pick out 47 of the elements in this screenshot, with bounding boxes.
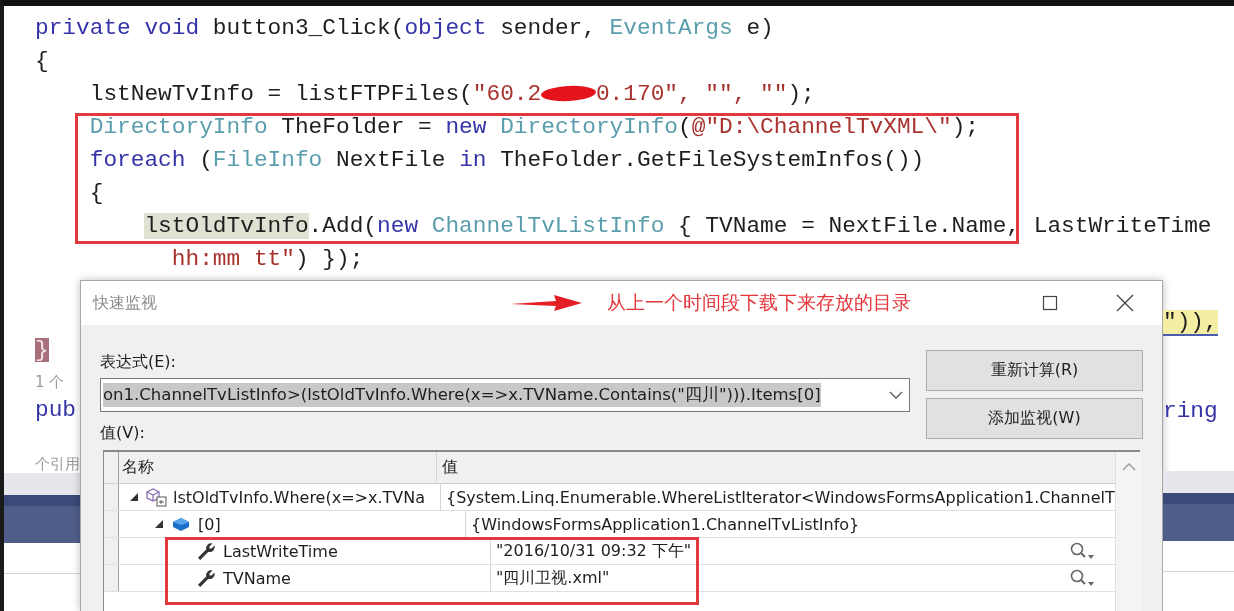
code-line: { [89,179,104,206]
scroll-up-icon[interactable] [1121,462,1136,471]
name-cell: [0] [198,514,221,534]
code-line: 0.170", "", ""); [595,80,815,107]
name-cell: LastWriteTime [223,541,338,561]
maximize-icon[interactable] [1042,295,1058,311]
field-label: 值(V): [100,423,146,443]
recalculate-button[interactable]: 重新计算(R) [926,350,1143,391]
magnifier-icon[interactable] [1068,568,1095,588]
reference-count: 个引用 [35,455,80,473]
dialog-title: 快速监视 [93,292,158,314]
code-line: lstOldTvInfo.Add(new ChannelTvListInfo { TVName = NextFile.Name, LastWriteTime [144,212,1212,239]
row-header-cell [104,565,119,591]
add-watch-button[interactable]: 添加监视(W) [926,398,1143,439]
wrench-icon [196,541,216,561]
code-line: foreach (FileInfo NextFile in TheFolder.GetFileSystemInfos()) [89,146,925,173]
code-line: { [35,47,49,74]
field-label: 表达式(E): [100,351,177,373]
code-text: pub [35,398,77,422]
wrench-icon [196,568,216,588]
expander-icon[interactable] [128,491,140,503]
name-cell: lstOldTvInfo.Where(x=>x.TVNa [173,487,426,507]
code-text: ")), [1163,310,1218,336]
code-text: } [35,338,49,362]
code-line: lstNewTvInfo = listFTPFiles("60.2 [89,80,542,107]
row-header-cell [104,511,119,537]
row-header-cell [104,538,119,564]
cube-icon [171,516,191,532]
name-cell: TVName [223,568,291,588]
close-icon[interactable] [1116,294,1134,312]
reference-count: 1 个 [35,373,65,391]
value-cell: "四川卫视.xml" [496,567,610,589]
value-cell: "2016/10/31 09:32 下午" [496,540,692,562]
value-cell: {System.Linq.Enumerable.WhereListIterator<WindowsFormsApplication1.ChannelT [446,487,1115,507]
code-text: ring [1163,399,1218,423]
expander-icon[interactable] [153,518,165,530]
magnifier-icon[interactable] [1068,541,1095,561]
column-header[interactable]: 名称 [122,457,154,478]
chevron-down-icon[interactable] [889,390,903,400]
code-line: hh:mm tt") }); [171,245,364,272]
expression-field[interactable]: on1.ChannelTvListInfo>(lstOldTvInfo.Where(x=>x.TVName.Contains("四川"))).Items[0] [100,378,910,412]
column-header[interactable]: 值 [442,457,458,478]
code-line: DirectoryInfo TheFolder = new DirectoryInfo(@"D:\ChannelTvXML\"); [89,113,980,140]
annotation-note: 从上一个时间段下载下来存放的目录 [607,290,911,315]
cube-icon [145,487,167,507]
value-cell: {WindowsFormsApplication1.ChannelTvListInfo} [471,514,860,534]
code-line: private void button3_Click(object sender, EventArgs e) [35,14,774,41]
